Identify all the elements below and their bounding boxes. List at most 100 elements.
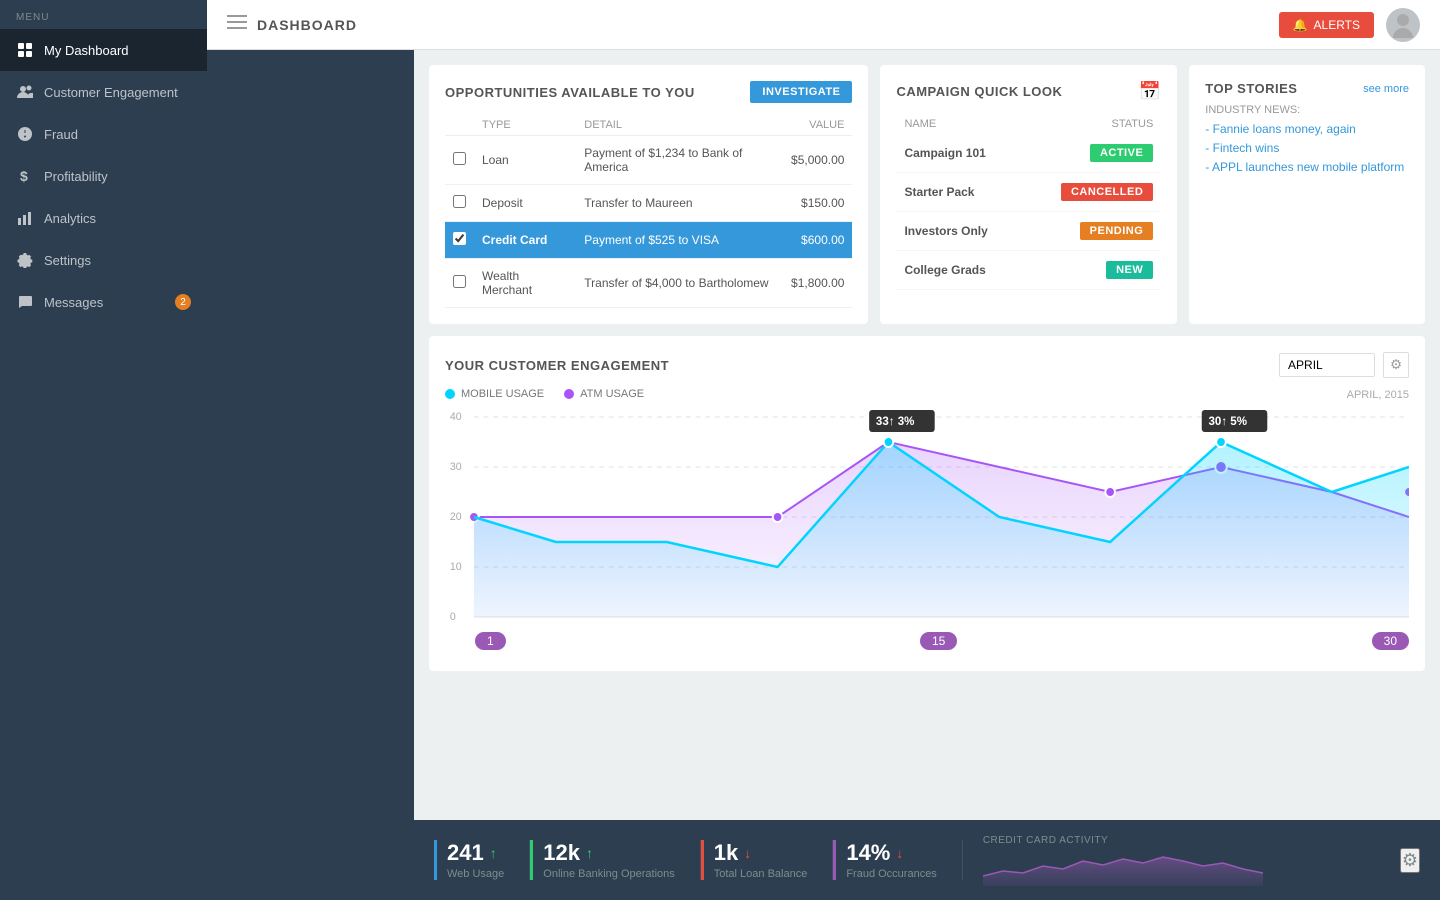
sidebar-item-profitability[interactable]: $ Profitability [0,155,207,197]
x-label-30: 30 [1372,632,1409,650]
sidebar: MENU My Dashboard Customer Engagement Fr… [0,0,207,900]
col-type: TYPE [474,115,576,136]
menu-icon [227,12,247,37]
table-row[interactable]: Credit Card Payment of $525 to VISA $600… [445,222,852,259]
row-value: $600.00 [783,222,852,259]
status-badge: NEW [1106,261,1153,279]
story-link[interactable]: Fintech wins [1205,141,1409,155]
sidebar-item-label: Profitability [44,169,108,184]
row-checkbox[interactable] [453,152,466,165]
table-row[interactable]: Deposit Transfer to Maureen $150.00 [445,185,852,222]
chart-legend: MOBILE USAGE ATM USAGE [445,388,644,400]
row-type: Wealth Merchant [474,259,576,308]
col-status: STATUS [1023,114,1161,134]
campaign-panel: CAMPAIGN QUICK LOOK 📅 NAME STATUS Campai… [880,65,1177,324]
engagement-header: YOUR CUSTOMER ENGAGEMENT APRIL JANUARY F… [445,352,1409,378]
row-type: Credit Card [474,222,576,259]
topbar-left: DASHBOARD [227,12,357,37]
x-label-1: 1 [475,632,506,650]
campaign-title: CAMPAIGN QUICK LOOK [896,84,1062,99]
engagement-controls: APRIL JANUARY FEBRUARY MARCH MAY JUNE ⚙ [1279,352,1409,378]
row-detail: Payment of $525 to VISA [576,222,783,259]
svg-text:30↑ 5%: 30↑ 5% [1208,415,1247,428]
topbar-right: 🔔 ALERTS [1279,8,1420,42]
calendar-icon: 📅 [1139,81,1161,102]
x-label-15: 15 [920,632,957,650]
stat-loan: 1k ↓ Total Loan Balance [701,840,834,880]
svg-text:10: 10 [450,561,462,573]
row-checkbox[interactable] [453,232,466,245]
chart-settings-button[interactable]: ⚙ [1383,352,1409,378]
table-row[interactable]: Loan Payment of $1,234 to Bank of Americ… [445,136,852,185]
atm-legend-dot [564,389,574,399]
sidebar-item-label: My Dashboard [44,43,129,58]
arrow-down-icon: ↓ [744,845,751,861]
campaign-header: CAMPAIGN QUICK LOOK 📅 [896,81,1161,102]
table-row[interactable]: Wealth Merchant Transfer of $4,000 to Ba… [445,259,852,308]
atm-legend-label: ATM USAGE [580,388,644,400]
campaign-name: Campaign 101 [896,134,1023,173]
campaign-table: NAME STATUS Campaign 101 ACTIVE Starter … [896,114,1161,290]
sidebar-item-customer-engagement[interactable]: Customer Engagement [0,71,207,113]
bottom-stats-bar: 241 ↑ Web Usage 12k ↑ Online Banking Ope… [414,820,1440,900]
alerts-button[interactable]: 🔔 ALERTS [1279,12,1374,38]
sidebar-item-label: Settings [44,253,91,268]
top-panels: OPPORTUNITIES AVAILABLE TO YOU INVESTIGA… [429,65,1425,324]
bottom-settings-button[interactable]: ⚙ [1400,848,1420,873]
engagement-chart: 40 30 20 10 0 [445,405,1409,625]
story-link[interactable]: APPL launches new mobile platform [1205,160,1409,174]
svg-text:40: 40 [450,411,462,423]
sidebar-item-fraud[interactable]: Fraud [0,113,207,155]
row-value: $1,800.00 [783,259,852,308]
row-detail: Transfer to Maureen [576,185,783,222]
table-row: Starter Pack CANCELLED [896,173,1161,212]
industry-label: INDUSTRY NEWS: [1205,104,1409,116]
svg-text:30: 30 [450,461,462,473]
stat-value: 14% ↓ [846,840,936,866]
stat-label: Web Usage [447,868,504,880]
credit-card-activity: CREDIT CARD ACTIVITY [963,835,1400,886]
row-value: $5,000.00 [783,136,852,185]
stat-value: 1k ↓ [714,840,808,866]
sidebar-item-settings[interactable]: Settings [0,239,207,281]
table-row: Investors Only PENDING [896,212,1161,251]
status-badge: PENDING [1080,222,1154,240]
svg-text:33↑ 3%: 33↑ 3% [876,415,915,428]
alert-circle-icon [16,125,34,143]
sidebar-item-analytics[interactable]: Analytics [0,197,207,239]
svg-text:20: 20 [450,511,462,523]
row-checkbox[interactable] [453,275,466,288]
sidebar-item-dashboard[interactable]: My Dashboard [0,29,207,71]
sidebar-item-label: Analytics [44,211,96,226]
row-detail: Transfer of $4,000 to Bartholomew [576,259,783,308]
arrow-down-icon: ↓ [896,845,903,861]
message-icon [16,293,34,311]
top-stories-title: TOP STORIES [1205,81,1297,96]
menu-label: MENU [0,0,207,29]
story-link[interactable]: Fannie loans money, again [1205,122,1409,136]
arrow-up-icon: ↑ [490,845,497,861]
opportunities-header: OPPORTUNITIES AVAILABLE TO YOU INVESTIGA… [445,81,852,103]
campaign-name: College Grads [896,251,1023,290]
row-checkbox[interactable] [453,195,466,208]
row-type: Deposit [474,185,576,222]
row-value: $150.00 [783,185,852,222]
cc-label: CREDIT CARD ACTIVITY [983,835,1380,846]
campaign-name: Investors Only [896,212,1023,251]
status-badge: ACTIVE [1090,144,1153,162]
legend-atm: ATM USAGE [564,388,644,400]
bar-chart-icon [16,209,34,227]
table-row: Campaign 101 ACTIVE [896,134,1161,173]
avatar [1386,8,1420,42]
sidebar-item-label: Messages [44,295,103,310]
stat-label: Total Loan Balance [714,868,808,880]
month-select[interactable]: APRIL JANUARY FEBRUARY MARCH MAY JUNE [1279,353,1375,377]
investigate-button[interactable]: INVESTIGATE [750,81,852,103]
legend-mobile: MOBILE USAGE [445,388,544,400]
see-more-link[interactable]: see more [1363,83,1409,95]
bell-icon: 🔔 [1293,18,1308,32]
sidebar-item-messages[interactable]: Messages 2 [0,281,207,323]
col-value: VALUE [783,115,852,136]
opportunities-panel: OPPORTUNITIES AVAILABLE TO YOU INVESTIGA… [429,65,868,324]
opportunities-title: OPPORTUNITIES AVAILABLE TO YOU [445,85,695,100]
